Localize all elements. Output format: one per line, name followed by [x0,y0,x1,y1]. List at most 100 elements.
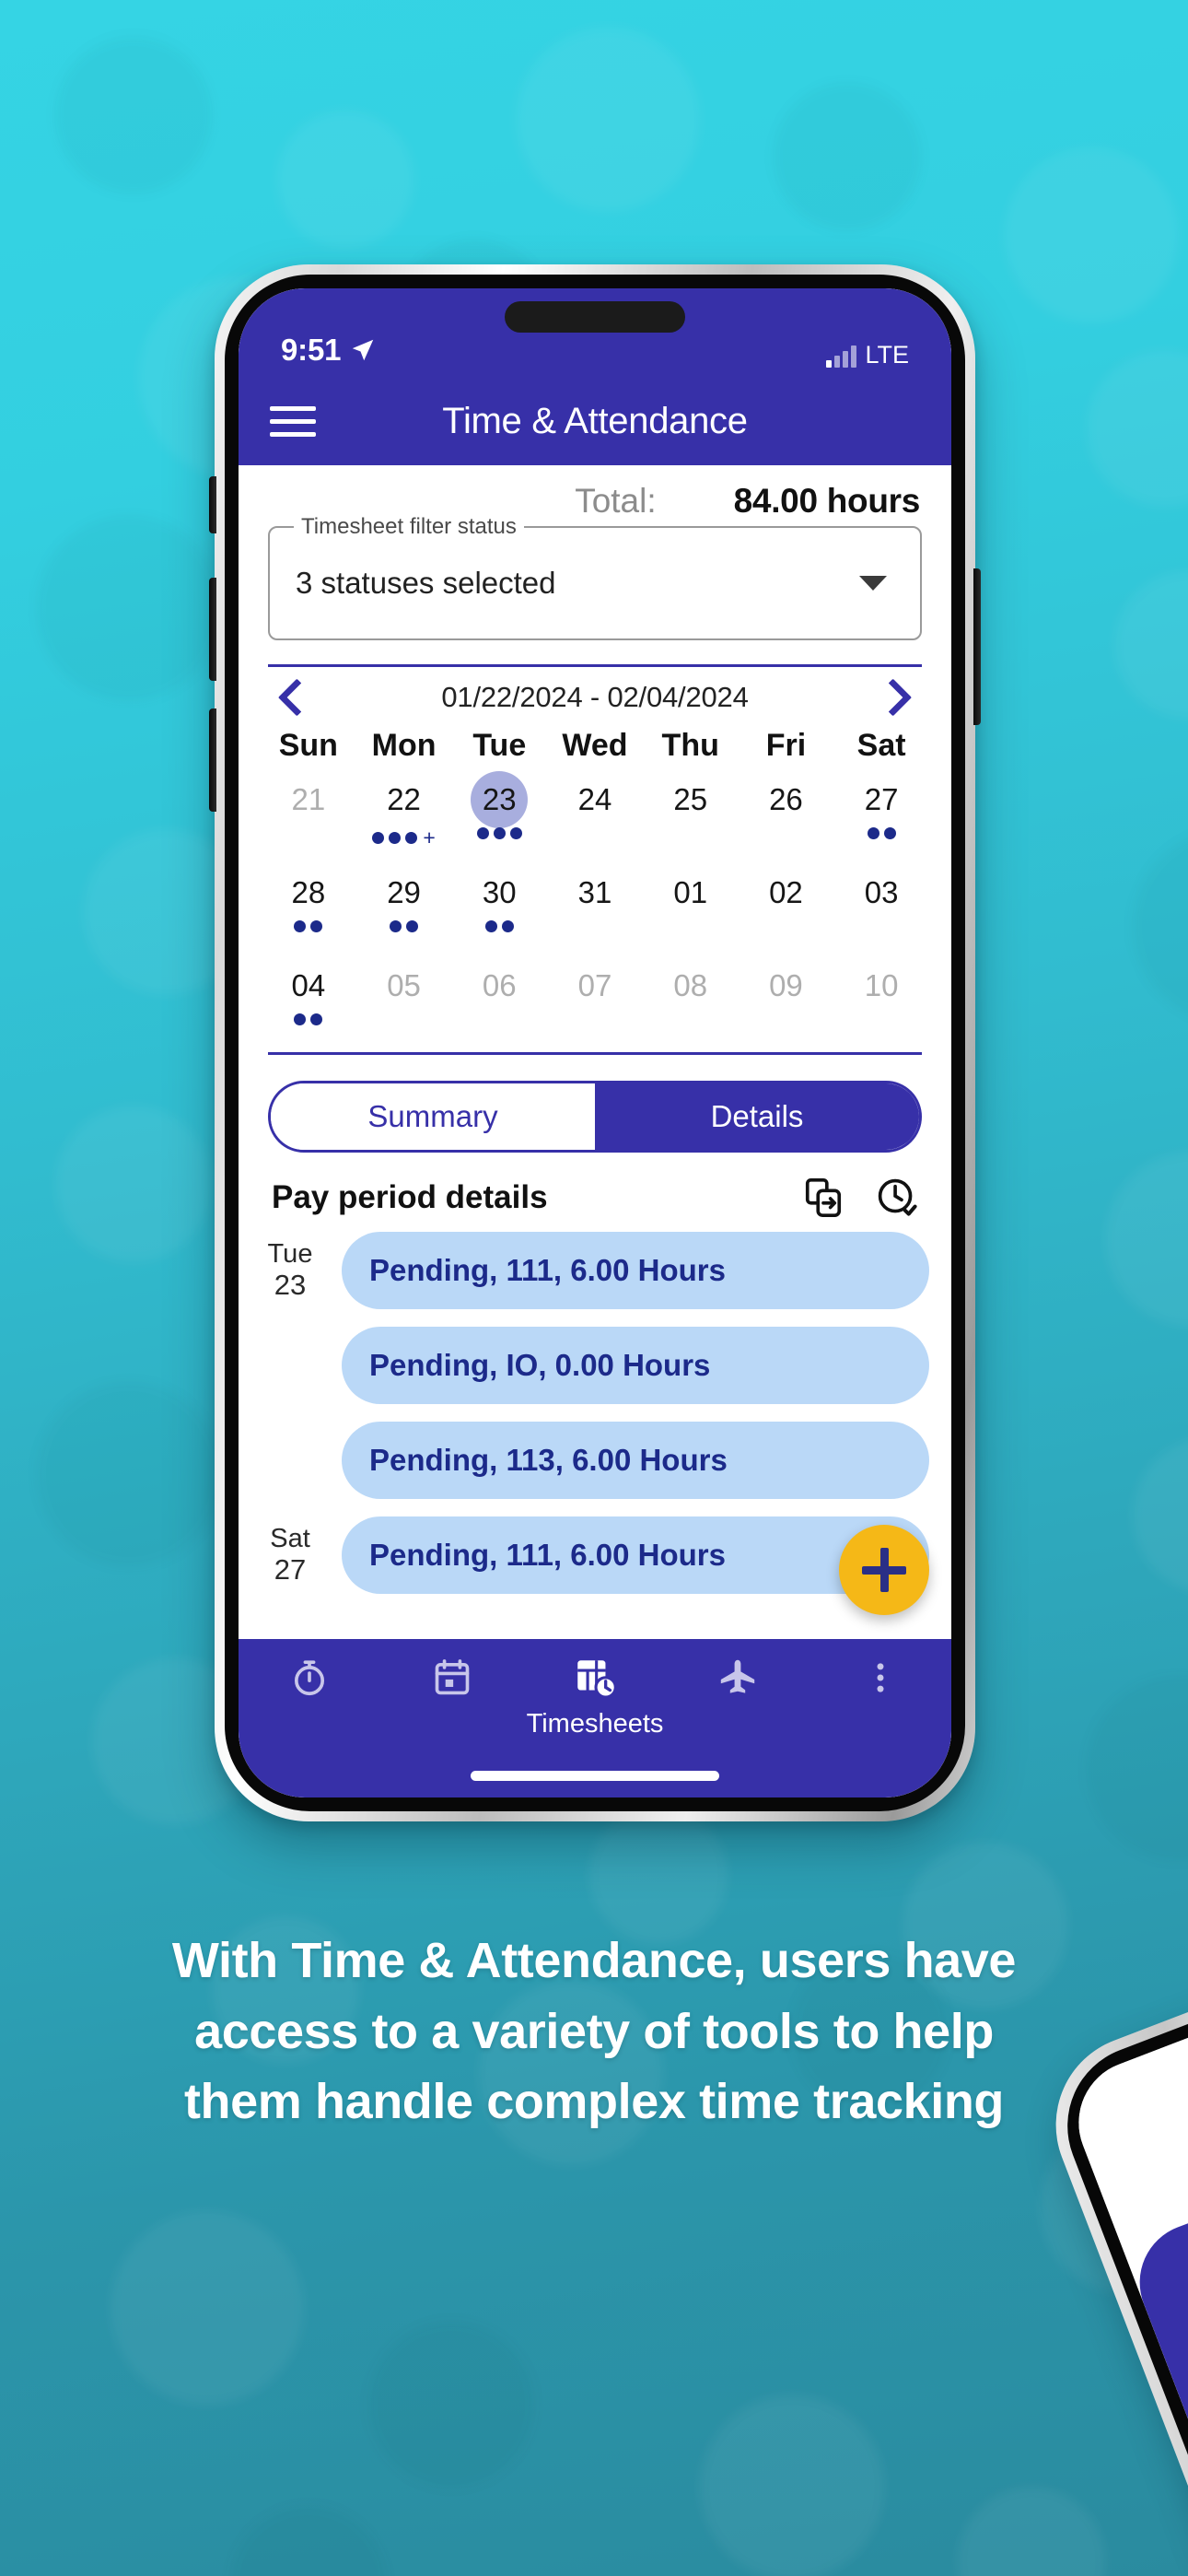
entry-dot [484,920,497,932]
phone-volume-up-button [209,578,216,681]
hamburger-menu-icon[interactable] [264,392,321,450]
entry-pill[interactable]: Pending, 113, 6.00 Hours [342,1422,929,1499]
transfer-device-icon[interactable] [802,1177,844,1219]
entry-row: Pending, 113, 6.00 Hours [239,1422,951,1499]
calendar-day-number: 25 [673,782,708,816]
calendar-day-number: 03 [864,875,899,909]
calendar-day-09[interactable]: 09 [739,955,834,1048]
clock-check-icon[interactable] [876,1177,918,1219]
entry-dot [406,920,419,932]
calendar-day-23[interactable]: 23 [451,769,547,862]
calendar-grid: 21 22 +23 24 25 26 27 28 29 30 31 01 02 03 04 05 06 07 08 0… [239,764,951,1048]
calendar-day-number: 02 [769,875,803,909]
entry-pill[interactable]: Pending, IO, 0.00 Hours [342,1327,929,1404]
calendar-day-number: 04 [291,968,326,1002]
calendar-day-26[interactable]: 26 [739,769,834,862]
chevron-down-icon[interactable] [859,576,887,591]
calendar-day-06[interactable]: 06 [451,955,547,1048]
entry-pill[interactable]: Pending, 111, 6.00 Hours [342,1232,929,1309]
entry-dot [867,827,879,839]
chevron-left-icon[interactable] [272,676,314,719]
date-range-navigator: 01/22/2024 - 02/04/2024 [239,667,951,719]
calendar-day-30[interactable]: 30 [451,862,547,955]
calendar-day-number: 01 [673,875,708,909]
status-bar-right: LTE [826,343,909,368]
caption-line-2: access to a variety of tools to help [194,2003,994,2059]
entry-dot-overflow-plus: + [423,825,436,849]
pay-period-entry-list: Tue 23 Pending, 111, 6.00 Hours Pending, IO… [239,1219,951,1639]
stopwatch-icon [285,1654,333,1702]
calendar-day-number: 30 [482,875,517,909]
calendar-day-number: 29 [387,875,421,909]
calendar-day-31[interactable]: 31 [547,862,643,955]
calendar-day-number: 21 [291,782,326,816]
airplane-icon [714,1654,762,1702]
calendar-day-08[interactable]: 08 [643,955,739,1048]
calendar-weekday-wed: Wed [562,728,628,763]
entry-dot [372,832,385,844]
calendar-weekday-thu: Thu [661,728,719,763]
calendar-weekday-mon: Mon [371,728,437,763]
pay-period-actions [802,1177,918,1219]
promo-caption: With Time & Attendance, users have acces… [0,1926,1188,2137]
calendar-day-02[interactable]: 02 [739,862,834,955]
entry-dot [389,832,402,844]
entry-dot [509,827,522,839]
nav-item-timeoff[interactable] [666,1654,809,1702]
calendar-day-07[interactable]: 07 [547,955,643,1048]
phone-mute-switch [209,476,216,533]
entry-dot [390,920,402,932]
add-entry-fab[interactable] [839,1525,929,1615]
calendar-day-03[interactable]: 03 [833,862,929,955]
calendar-day-04[interactable]: 04 [261,955,356,1048]
calendar-day-01[interactable]: 01 [643,862,739,955]
timesheet-filter-label: Timesheet filter status [294,514,524,540]
calendar-day-21[interactable]: 21 [261,769,356,862]
entry-dot [310,920,323,932]
nav-item-timer[interactable] [239,1654,381,1702]
entry-row: Pending, IO, 0.00 Hours [239,1327,951,1404]
calendar-day-28[interactable]: 28 [261,862,356,955]
entry-day-number: 23 [274,1268,307,1301]
tab-details[interactable]: Details [595,1083,919,1150]
entry-dot [501,920,514,932]
entry-date-label: Sat 27 [239,1524,342,1586]
tab-summary[interactable]: Summary [271,1083,595,1150]
entry-day-number: 27 [274,1552,307,1586]
calendar-day-25[interactable]: 25 [643,769,739,862]
calendar-weekday-tue: Tue [472,728,527,763]
phone-volume-down-button [209,708,216,812]
calendar-day-number: 06 [482,968,517,1002]
more-vertical-icon [856,1654,904,1702]
summary-details-tabs: Summary Details [268,1081,922,1153]
total-label: Total: [575,482,657,520]
chevron-right-icon[interactable] [876,676,918,719]
calendar-day-entry-dots [390,920,419,932]
entry-dot [405,832,418,844]
nav-item-calendar[interactable] [381,1654,524,1702]
calendar-day-number: 22 [387,782,421,816]
calendar-day-entry-dots [476,827,522,839]
phone-screen: 9:51 LTE Time & Attendance Total: 84.00 … [239,288,951,1797]
calendar-day-number: 10 [864,968,899,1002]
calendar-day-29[interactable]: 29 [356,862,452,955]
nav-item-timesheets[interactable]: Timesheets [524,1654,667,1739]
calendar-day-22[interactable]: 22 + [356,769,452,862]
calendar-day-number: 27 [864,782,899,816]
calendar-day-24[interactable]: 24 [547,769,643,862]
pay-period-title: Pay period details [272,1179,548,1215]
calendar-icon [428,1654,476,1702]
calendar-day-27[interactable]: 27 [833,769,929,862]
entry-day-name: Tue [267,1239,313,1270]
home-indicator [471,1771,719,1781]
entry-dot [294,1013,307,1025]
calendar-day-number: 08 [673,968,708,1002]
calendar-day-number: 23 [482,782,517,816]
timesheet-icon [571,1654,619,1702]
phone-notch [505,301,685,333]
calendar-day-05[interactable]: 05 [356,955,452,1048]
nav-item-more[interactable] [809,1654,951,1702]
status-bar-left: 9:51 [281,333,377,368]
calendar-day-10[interactable]: 10 [833,955,929,1048]
timesheet-filter-select[interactable]: Timesheet filter status 3 statuses selec… [268,514,922,640]
